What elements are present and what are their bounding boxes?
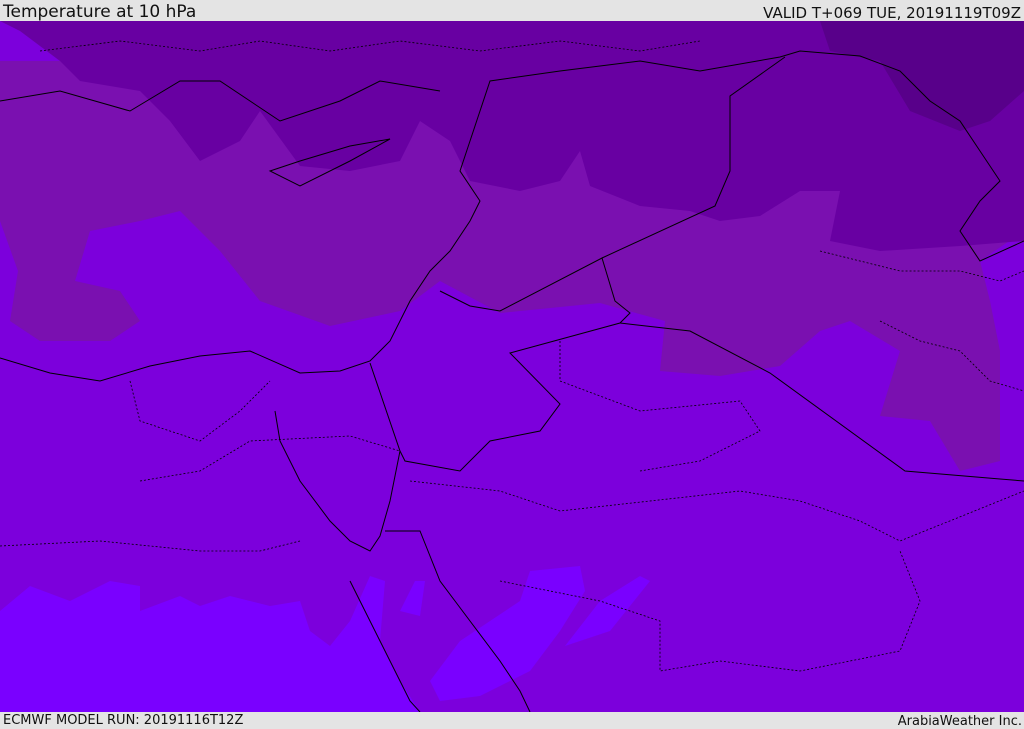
temperature-map <box>0 21 1024 712</box>
credit-label: ArabiaWeather Inc. <box>897 714 1022 729</box>
footer-bar: ECMWF MODEL RUN: 20191116T12Z ArabiaWeat… <box>0 712 1024 729</box>
model-run: ECMWF MODEL RUN: 20191116T12Z <box>3 713 244 728</box>
header-bar: Temperature at 10 hPa VALID T+069 TUE, 2… <box>0 0 1024 21</box>
valid-time: VALID T+069 TUE, 20191119T09Z <box>763 4 1021 22</box>
map-title: Temperature at 10 hPa <box>3 2 197 22</box>
